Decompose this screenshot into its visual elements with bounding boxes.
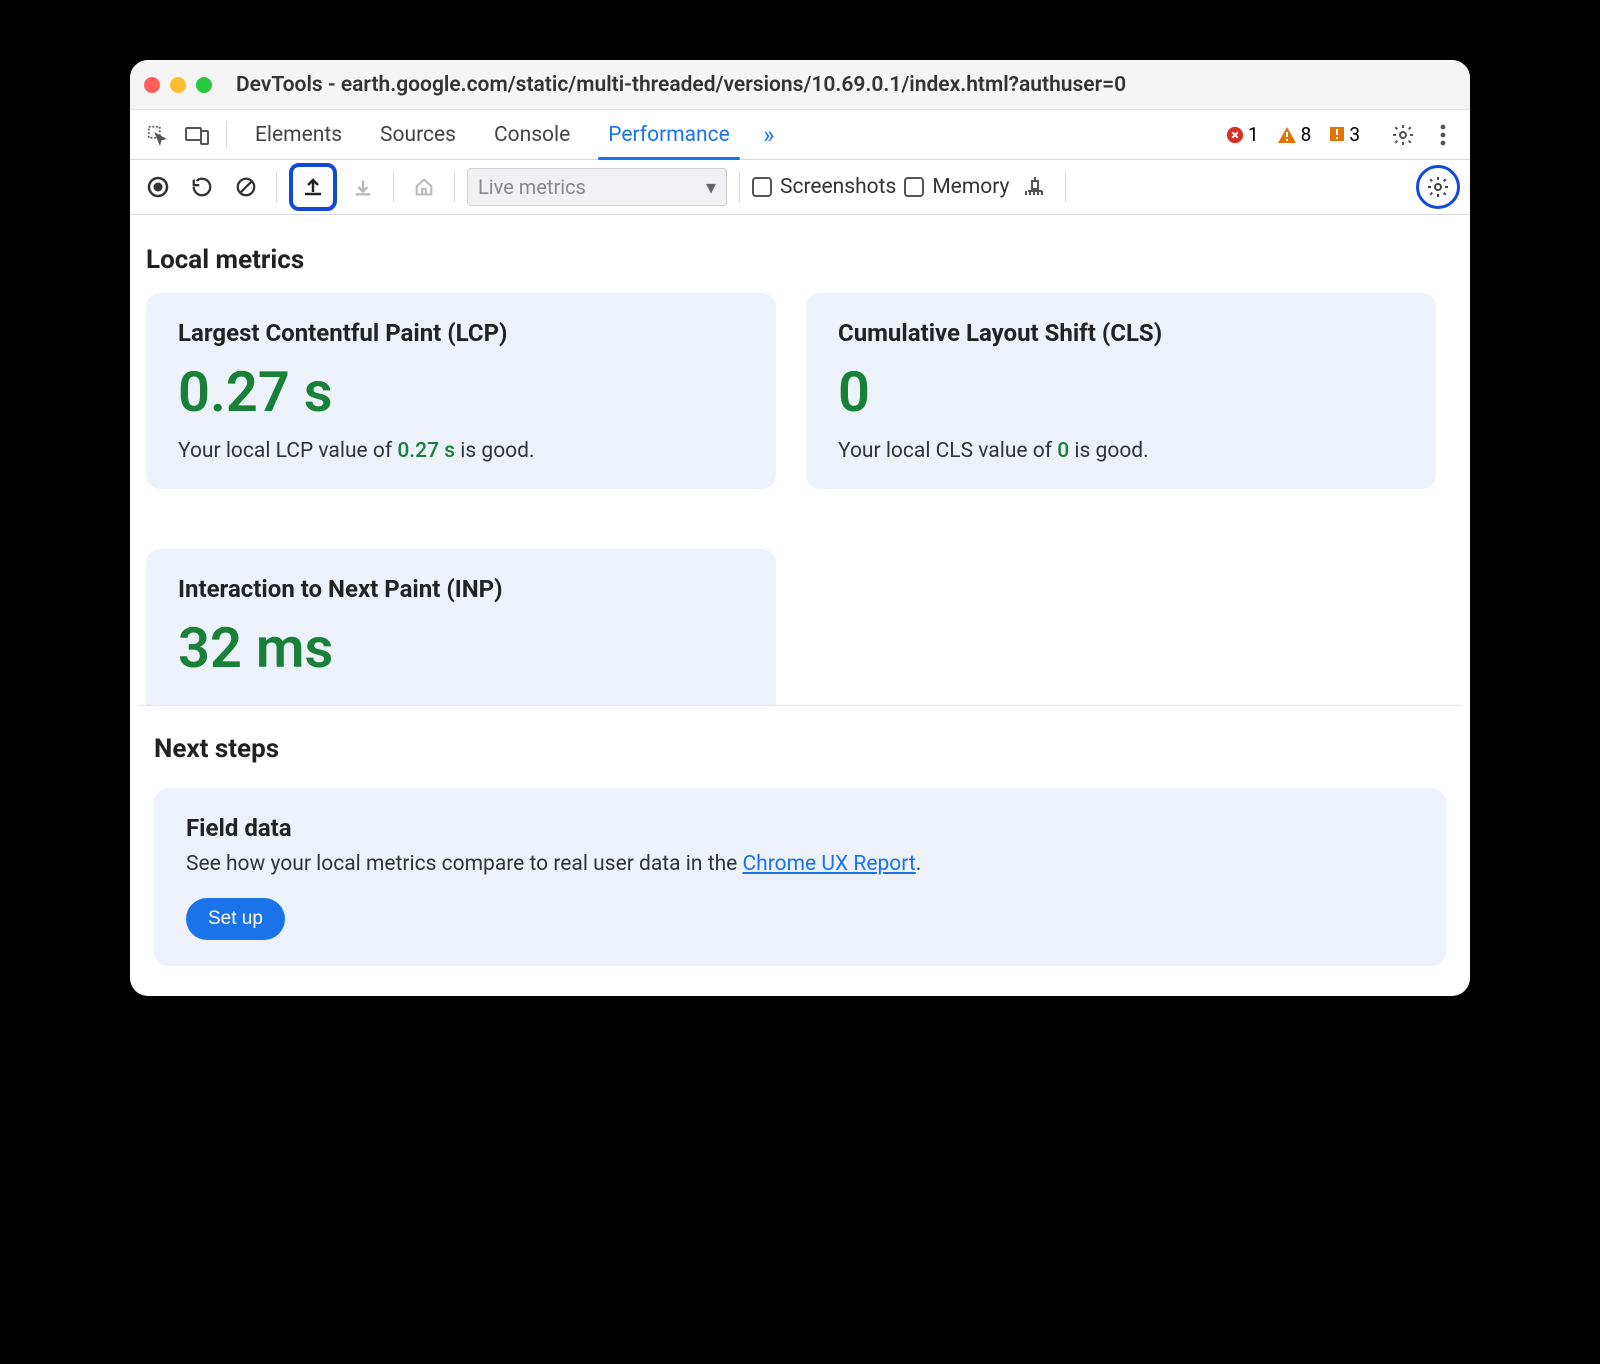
crux-report-link[interactable]: Chrome UX Report	[743, 852, 916, 876]
local-metrics-heading: Local metrics	[138, 245, 1462, 293]
warning-icon	[1277, 126, 1297, 144]
separator	[739, 172, 740, 202]
text: .	[916, 852, 922, 876]
checkbox-label: Memory	[932, 175, 1009, 199]
save-profile-button[interactable]	[345, 169, 381, 205]
text: is good.	[1069, 439, 1149, 463]
text: is good.	[455, 439, 535, 463]
warnings-count: 8	[1301, 123, 1312, 146]
tab-sources[interactable]: Sources	[364, 110, 472, 159]
chevron-down-icon: ▾	[706, 175, 716, 199]
tab-elements[interactable]: Elements	[239, 110, 358, 159]
tab-performance[interactable]: Performance	[592, 110, 745, 159]
cls-value: 0	[838, 359, 1404, 425]
checkbox-icon	[904, 177, 924, 197]
issues-count: 3	[1349, 123, 1360, 146]
lcp-good-value: 0.27 s	[397, 439, 455, 463]
tab-label: Performance	[608, 123, 729, 147]
flag-icon	[1329, 126, 1345, 144]
text: See how your local metrics compare to re…	[186, 852, 743, 876]
separator	[1065, 172, 1066, 202]
cls-title: Cumulative Layout Shift (CLS)	[838, 319, 1404, 347]
cls-card: Cumulative Layout Shift (CLS) 0 Your loc…	[806, 293, 1436, 489]
lcp-desc: Your local LCP value of 0.27 s is good.	[178, 439, 744, 463]
capture-settings-button[interactable]	[1416, 165, 1460, 209]
warnings-indicator[interactable]: 8	[1277, 123, 1312, 146]
zoom-window-button[interactable]	[196, 77, 212, 93]
screenshots-checkbox[interactable]: Screenshots	[752, 175, 896, 199]
select-label: Live metrics	[478, 175, 586, 199]
history-select[interactable]: Live metrics ▾	[467, 168, 727, 206]
lcp-title: Largest Contentful Paint (LCP)	[178, 319, 744, 347]
record-button[interactable]	[140, 169, 176, 205]
field-data-card: Field data See how your local metrics co…	[154, 788, 1446, 966]
field-data-title: Field data	[186, 814, 1414, 842]
performance-toolbar: Live metrics ▾ Screenshots Memory	[130, 160, 1470, 215]
inp-value: 32 ms	[178, 615, 744, 681]
error-icon	[1226, 126, 1244, 144]
cls-good-value: 0	[1057, 439, 1069, 463]
errors-count: 1	[1248, 123, 1259, 146]
inp-card: Interaction to Next Paint (INP) 32 ms	[146, 549, 776, 705]
device-toggle-icon[interactable]	[180, 118, 214, 152]
kebab-menu-icon[interactable]	[1426, 118, 1460, 152]
checkbox-label: Screenshots	[780, 175, 896, 199]
tab-label: Sources	[380, 123, 456, 147]
more-tabs-icon[interactable]: »	[752, 118, 786, 152]
text: Your local LCP value of	[178, 439, 397, 463]
titlebar: DevTools - earth.google.com/static/multi…	[130, 60, 1470, 110]
close-window-button[interactable]	[144, 77, 160, 93]
issues-indicator[interactable]: 3	[1329, 123, 1360, 146]
next-steps-heading: Next steps	[154, 734, 1446, 764]
field-data-desc: See how your local metrics compare to re…	[186, 852, 1414, 876]
inp-title: Interaction to Next Paint (INP)	[178, 575, 744, 603]
tab-label: Console	[494, 123, 570, 147]
window-title: DevTools - earth.google.com/static/multi…	[236, 73, 1456, 97]
separator	[276, 172, 277, 202]
performance-content: Local metrics Largest Contentful Paint (…	[130, 215, 1470, 996]
lcp-card: Largest Contentful Paint (LCP) 0.27 s Yo…	[146, 293, 776, 489]
minimize-window-button[interactable]	[170, 77, 186, 93]
separator	[393, 172, 394, 202]
clear-button[interactable]	[228, 169, 264, 205]
devtools-tabstrip: Elements Sources Console Performance » 1…	[130, 110, 1470, 160]
lcp-value: 0.27 s	[178, 359, 744, 425]
garbage-collect-button[interactable]	[1017, 169, 1053, 205]
text: Your local CLS value of	[838, 439, 1057, 463]
errors-indicator[interactable]: 1	[1226, 123, 1259, 146]
home-button[interactable]	[406, 169, 442, 205]
next-steps-section: Next steps Field data See how your local…	[138, 706, 1462, 996]
load-profile-button[interactable]	[289, 163, 337, 211]
traffic-lights	[144, 77, 212, 93]
separator	[226, 121, 227, 149]
metric-cards: Largest Contentful Paint (LCP) 0.27 s Yo…	[138, 293, 1462, 705]
separator	[454, 172, 455, 202]
tab-label: Elements	[255, 123, 342, 147]
inspect-element-icon[interactable]	[140, 118, 174, 152]
settings-icon[interactable]	[1386, 118, 1420, 152]
reload-record-button[interactable]	[184, 169, 220, 205]
setup-button[interactable]: Set up	[186, 898, 285, 940]
cls-desc: Your local CLS value of 0 is good.	[838, 439, 1404, 463]
tab-console[interactable]: Console	[478, 110, 586, 159]
memory-checkbox[interactable]: Memory	[904, 175, 1009, 199]
checkbox-icon	[752, 177, 772, 197]
devtools-window: DevTools - earth.google.com/static/multi…	[130, 60, 1470, 996]
